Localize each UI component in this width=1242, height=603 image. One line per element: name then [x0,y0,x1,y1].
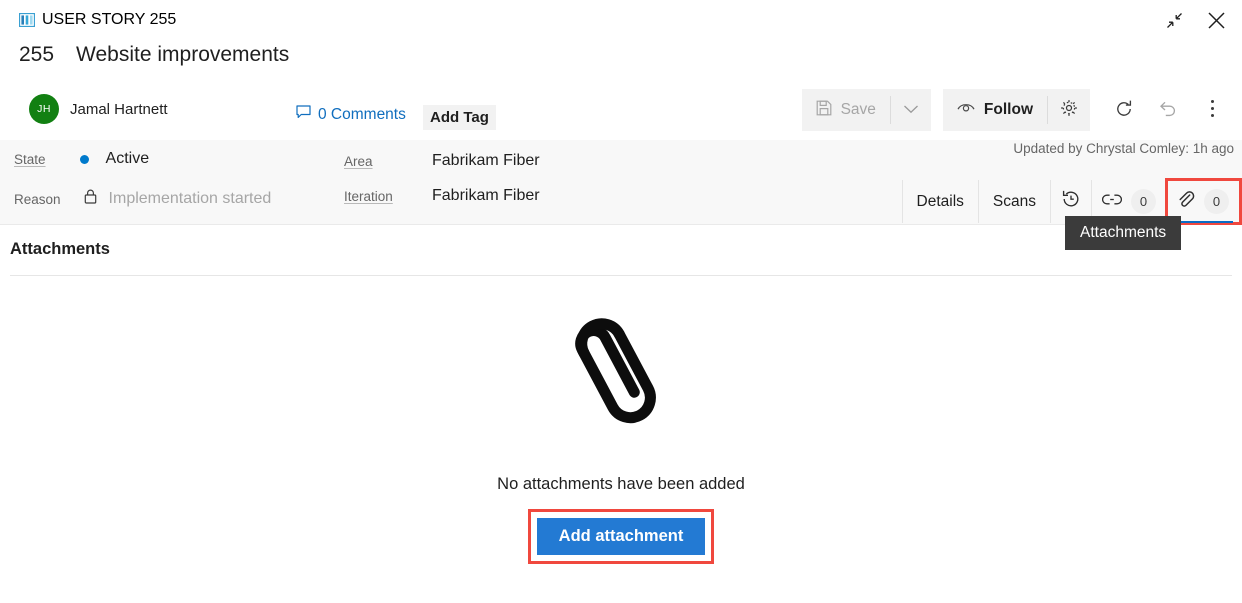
work-item-toolbar: Save Follow [801,88,1234,132]
add-attachment-highlight: Add attachment [527,509,715,564]
save-button-label: Save [840,101,876,118]
work-item-type-breadcrumb[interactable]: USER STORY 255 [18,10,177,30]
work-item-title-row: 255 Website improvements [19,43,289,67]
tab-attachments-badge: 0 [1204,189,1229,214]
work-item-type-label: USER STORY 255 [42,11,177,28]
refresh-button[interactable] [1102,89,1146,131]
floppy-disk-icon [816,100,832,121]
undo-button[interactable] [1146,89,1190,131]
field-iteration-value: Fabrikam Fiber [432,187,540,204]
add-attachment-button[interactable]: Add attachment [534,516,708,557]
work-item-title[interactable]: Website improvements [76,43,289,67]
attachments-empty-state: No attachments have been added Add attac… [0,300,1242,564]
avatar: JH [29,94,59,124]
empty-state-text: No attachments have been added [497,475,745,493]
field-iteration-label: Iteration [344,188,393,204]
attachments-tooltip: Attachments [1065,216,1182,250]
window-controls [1156,6,1234,38]
comments-link[interactable]: 0 Comments [296,105,406,124]
tab-scans-label: Scans [992,192,1036,210]
field-state[interactable]: State Active [14,150,149,168]
state-dot [79,154,89,164]
paperclip-icon [1177,190,1195,214]
kebab-menu-icon [1210,99,1215,121]
work-item-dialog: USER STORY 255 255 Website improvements … [0,0,1242,603]
collapse-diagonal-icon [1166,12,1183,32]
section-divider [10,275,1232,276]
section-title: Attachments [10,240,110,258]
assigned-to[interactable]: JH Jamal Hartnett [29,93,168,125]
work-item-header: USER STORY 255 255 Website improvements … [0,0,1242,140]
user-story-book-icon [18,12,36,28]
field-state-label: State [14,151,46,167]
follow-button-label: Follow [983,101,1033,118]
add-tag-button[interactable]: Add Tag [423,105,496,130]
field-state-value: Active [105,150,150,167]
close-button[interactable] [1198,6,1234,38]
settings-button[interactable] [1048,89,1090,131]
field-area-label: Area [344,153,373,169]
comments-count-label: 0 Comments [318,105,406,123]
chevron-down-icon [903,101,919,119]
paperclip-large-icon [541,300,701,460]
follow-button[interactable]: Follow [943,89,1047,131]
field-reason: Reason Implementation started [14,189,271,209]
close-x-icon [1207,11,1226,33]
tab-scans[interactable]: Scans [979,180,1051,223]
link-icon [1101,193,1123,211]
field-iteration[interactable]: Iteration Fabrikam Fiber [344,187,540,205]
undo-icon [1158,99,1178,122]
work-item-id: 255 [19,43,55,66]
eye-icon [957,101,975,119]
follow-button-group: Follow [942,89,1090,131]
field-area[interactable]: Area Fabrikam Fiber [344,152,540,170]
comment-bubble-icon [296,105,311,124]
lock-icon [84,189,97,209]
save-button[interactable]: Save [802,89,890,131]
field-reason-label: Reason [14,191,61,207]
restore-button[interactable] [1156,6,1192,38]
tab-details[interactable]: Details [903,180,979,223]
field-area-value: Fabrikam Fiber [432,152,540,169]
more-actions-button[interactable] [1190,89,1234,131]
tab-details-label: Details [916,192,964,210]
gear-icon [1060,99,1078,122]
assignee-name: Jamal Hartnett [70,100,168,118]
refresh-icon [1114,99,1134,122]
updated-by-text: Updated by Chrystal Comley: 1h ago [1013,141,1234,156]
tab-links-badge: 0 [1131,189,1156,214]
history-clock-icon [1061,189,1081,214]
save-button-group: Save [801,89,931,131]
field-reason-value: Implementation started [108,190,272,207]
save-dropdown-button[interactable] [891,89,931,131]
